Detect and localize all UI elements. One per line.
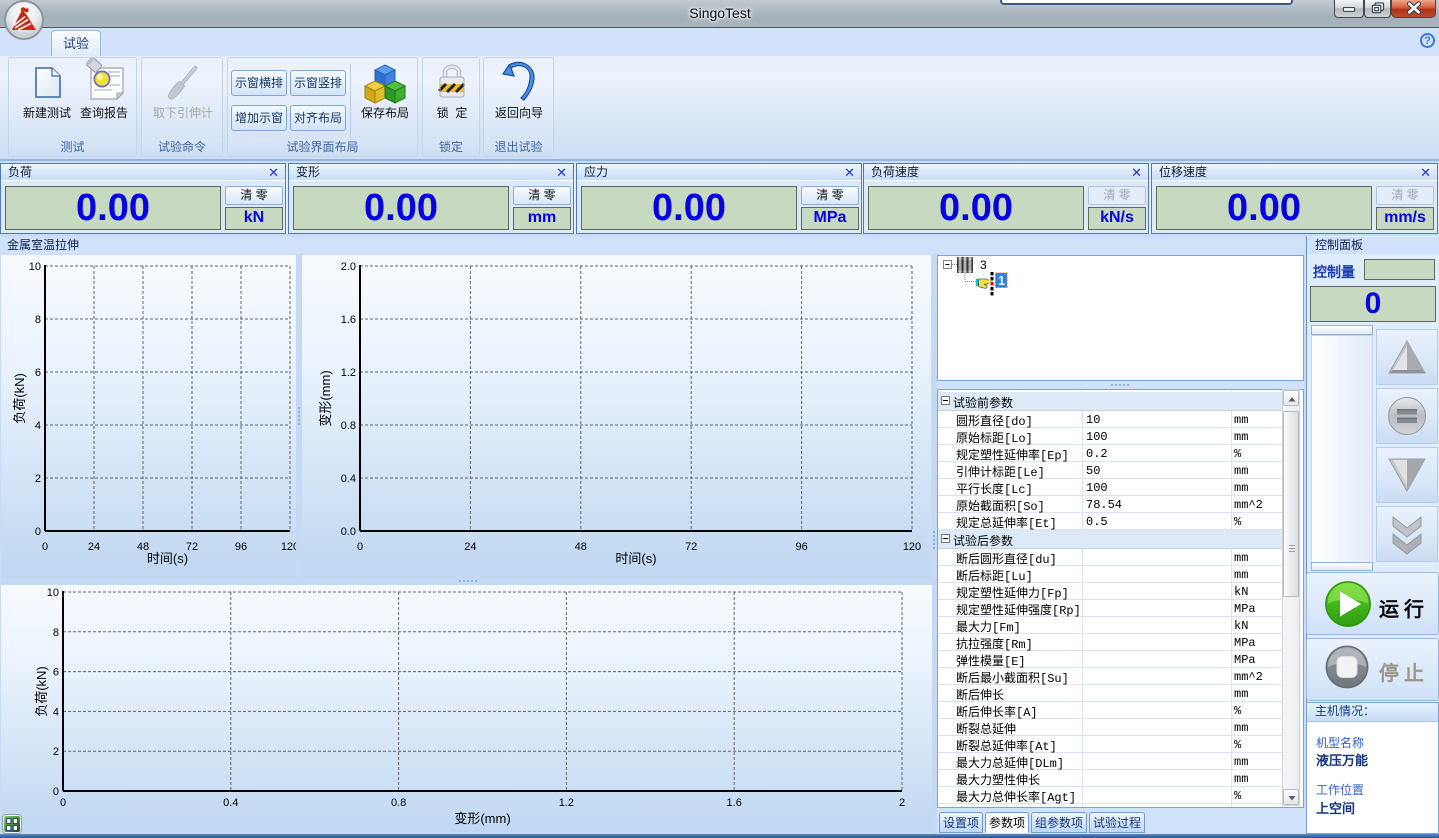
svg-text:10: 10: [29, 261, 41, 273]
svg-text:24: 24: [464, 541, 476, 553]
svg-text:0.0: 0.0: [341, 526, 356, 538]
svg-text:6: 6: [35, 367, 41, 379]
svg-text:4: 4: [35, 420, 41, 432]
svg-text:1.2: 1.2: [341, 367, 356, 379]
svg-text:2: 2: [35, 473, 41, 485]
svg-text:1: 1: [998, 274, 1005, 288]
svg-text:0: 0: [60, 797, 66, 809]
svg-text:2: 2: [899, 797, 905, 809]
svg-text:96: 96: [235, 541, 247, 553]
svg-text:3: 3: [980, 258, 987, 272]
svg-text:1.6: 1.6: [727, 797, 742, 809]
svg-text:10: 10: [47, 587, 59, 599]
svg-text:时间(s): 时间(s): [147, 551, 188, 566]
svg-text:负荷(kN): 负荷(kN): [34, 666, 49, 717]
svg-text:时间(s): 时间(s): [615, 551, 656, 566]
svg-text:8: 8: [53, 627, 59, 639]
svg-text:48: 48: [575, 541, 587, 553]
svg-text:8: 8: [35, 314, 41, 326]
svg-text:120: 120: [903, 541, 921, 553]
svg-text:2: 2: [53, 746, 59, 758]
svg-text:0.8: 0.8: [341, 420, 356, 432]
svg-text:72: 72: [685, 541, 697, 553]
svg-text:6: 6: [53, 667, 59, 679]
svg-text:0: 0: [35, 526, 41, 538]
svg-text:负荷(kN): 负荷(kN): [12, 373, 27, 424]
svg-text:0.4: 0.4: [223, 797, 238, 809]
svg-text:0: 0: [53, 786, 59, 798]
svg-text:变形(mm): 变形(mm): [454, 811, 510, 826]
svg-text:24: 24: [88, 541, 100, 553]
svg-text:0: 0: [42, 541, 48, 553]
svg-text:4: 4: [53, 706, 59, 718]
svg-text:96: 96: [795, 541, 807, 553]
svg-text:1.6: 1.6: [341, 314, 356, 326]
svg-text:2.0: 2.0: [341, 261, 356, 273]
svg-text:变形(mm): 变形(mm): [318, 370, 333, 426]
svg-text:0.4: 0.4: [341, 473, 356, 485]
svg-text:0.8: 0.8: [391, 797, 406, 809]
svg-text:1.2: 1.2: [559, 797, 574, 809]
svg-text:0: 0: [357, 541, 363, 553]
